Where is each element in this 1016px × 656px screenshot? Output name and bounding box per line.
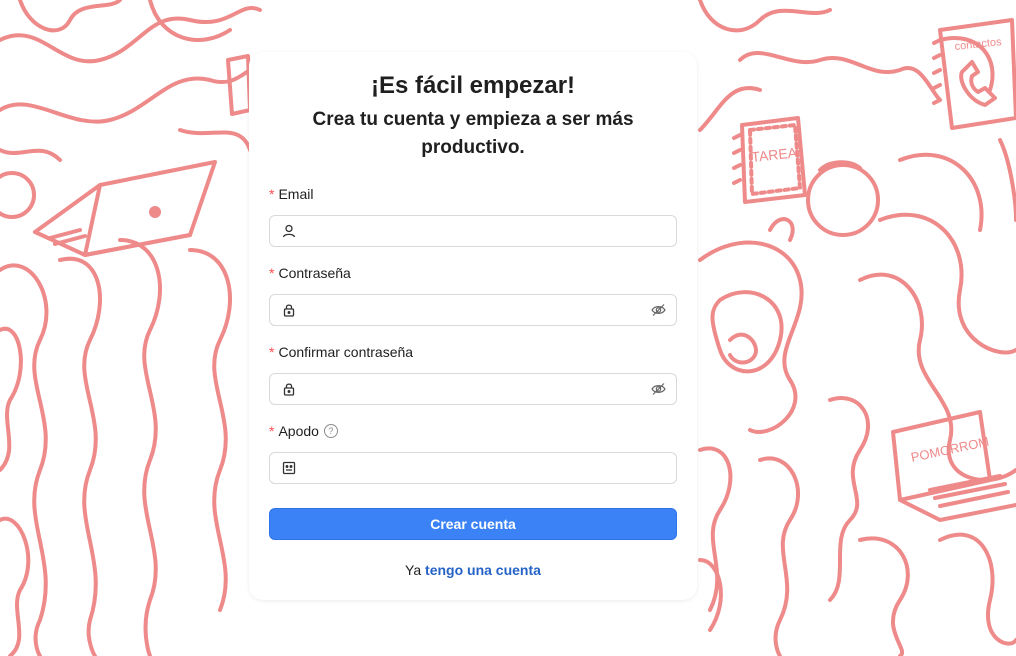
- email-field[interactable]: [269, 215, 677, 247]
- nickname-label-text: Apodo: [278, 423, 319, 439]
- question-circle-icon[interactable]: ?: [323, 424, 338, 438]
- user-icon: [281, 223, 297, 239]
- nickname-input[interactable]: [303, 454, 676, 482]
- email-label: * Email: [269, 186, 313, 202]
- eye-hidden-icon[interactable]: [650, 302, 666, 318]
- email-input[interactable]: [303, 217, 676, 245]
- nickname-field[interactable]: [269, 452, 677, 484]
- page-title: ¡Es fácil empezar!: [370, 72, 576, 99]
- lock-icon: [281, 381, 297, 397]
- lock-icon: [281, 302, 297, 318]
- id-card-icon: [281, 460, 297, 476]
- password-field[interactable]: [269, 294, 677, 326]
- create-account-button[interactable]: Crear cuenta: [269, 508, 677, 540]
- page-subtitle: Crea tu cuenta y empieza a ser más produ…: [312, 109, 634, 158]
- confirm-password-field[interactable]: [269, 373, 677, 405]
- required-mark: *: [269, 423, 275, 439]
- login-prompt-prefix: Ya: [405, 562, 422, 578]
- required-mark: *: [269, 186, 275, 202]
- email-label-text: Email: [278, 186, 314, 202]
- password-input[interactable]: [303, 296, 650, 324]
- nickname-label: * Apodo ?: [269, 423, 338, 439]
- password-label-text: Contraseña: [278, 265, 351, 281]
- confirm-password-label: * Confirmar contraseña: [269, 344, 413, 360]
- required-mark: *: [269, 344, 275, 360]
- confirm-password-input[interactable]: [303, 375, 650, 403]
- required-mark: *: [269, 265, 275, 281]
- login-link[interactable]: tengo una cuenta: [425, 562, 541, 578]
- confirm-password-label-text: Confirmar contraseña: [278, 344, 414, 360]
- eye-hidden-icon[interactable]: [650, 381, 666, 397]
- password-label: * Contraseña: [269, 265, 351, 281]
- login-prompt: Ya tengo una cuenta: [249, 562, 697, 578]
- signup-card: ¡Es fácil empezar! Crea tu cuenta y empi…: [249, 52, 697, 600]
